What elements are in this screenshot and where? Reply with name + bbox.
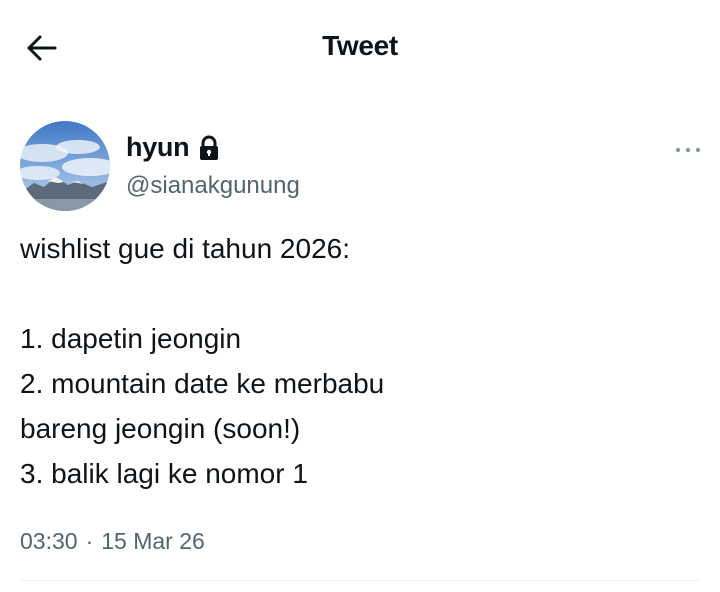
tweet-text-line: 1. dapetin jeongin — [20, 323, 242, 354]
lock-icon — [200, 135, 219, 160]
author-handle[interactable]: @sianakgunung — [126, 172, 300, 200]
tweet-text: wishlist gue di tahun 2026: 1. dapetin j… — [20, 226, 700, 496]
header: Tweet — [0, 0, 720, 92]
tweet-text-line: 3. balik lagi ke nomor 1 — [20, 458, 308, 489]
tweet-text-line: wishlist gue di tahun 2026: — [20, 233, 350, 264]
tweet-text-line — [20, 271, 700, 316]
avatar[interactable] — [20, 121, 110, 211]
tweet-time[interactable]: 03:30 — [20, 528, 78, 555]
meta-separator: · — [85, 528, 94, 554]
divider — [20, 580, 700, 581]
more-horizontal-icon — [675, 147, 701, 153]
tweet-text-line: 2. mountain date ke merbabu — [20, 368, 385, 399]
tweet-date[interactable]: 15 Mar 26 — [101, 528, 205, 555]
tweet-meta: 03:30 · 15 Mar 26 — [20, 528, 205, 555]
page-title: Tweet — [322, 30, 398, 61]
author-name-row[interactable]: hyun — [126, 132, 220, 163]
mountain-sky-avatar-image — [20, 121, 110, 211]
more-options-button[interactable] — [668, 138, 708, 162]
tweet-text-line: bareng jeongin (soon!) — [20, 413, 301, 444]
author-display-name: hyun — [126, 132, 190, 162]
